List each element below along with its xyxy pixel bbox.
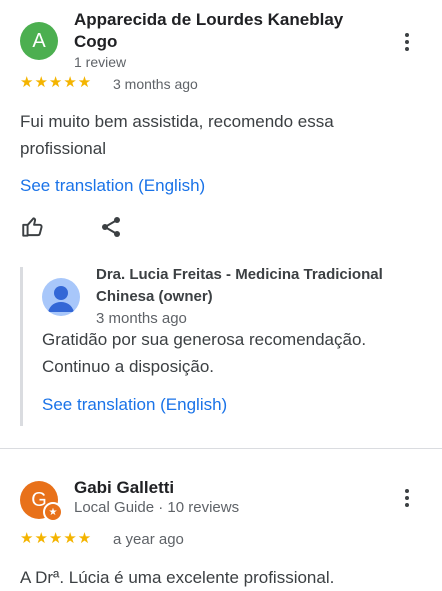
review-text: A Drª. Lúcia é uma excelente profissiona… <box>20 568 335 587</box>
reviewer-meta: Local Guide · 10 reviews <box>74 499 240 516</box>
reply-see-translation-link[interactable]: See translation (English) <box>42 394 227 416</box>
see-translation-link[interactable]: See translation (English) <box>20 175 205 197</box>
reviewer-name-line1: Apparecida de Lourdes Kaneblay <box>74 10 344 29</box>
review-time: a year ago <box>113 531 184 548</box>
review-text-line2: profissional <box>20 139 106 158</box>
reply-text-line1: Gratidão por sua generosa recomendação. <box>42 330 367 349</box>
review-text-line1: Fui muito bem assistida, recomendo essa <box>20 112 334 131</box>
owner-name-line2: Chinesa (owner) <box>96 288 213 305</box>
star-rating: ★★★★★ <box>20 530 93 547</box>
owner-name-line1: Dra. Lucia Freitas - Medicina Tradiciona… <box>96 266 383 283</box>
reviewer-avatar[interactable]: A <box>20 22 58 60</box>
review-time: 3 months ago <box>113 76 198 92</box>
more-options-icon[interactable] <box>395 30 419 54</box>
reviewer-name[interactable]: Gabi Galletti <box>74 477 174 499</box>
reviewer-review-count: 1 review <box>74 54 127 70</box>
reply-text-line2: Continuo a disposição. <box>42 357 215 376</box>
review-divider <box>0 448 442 449</box>
thumbs-up-icon[interactable] <box>20 214 46 240</box>
reviewer-name[interactable]: Apparecida de Lourdes Kaneblay Cogo <box>74 9 343 53</box>
owner-avatar <box>42 278 80 316</box>
avatar-letter: A <box>32 29 46 52</box>
star-rating: ★★★★★ <box>20 74 93 91</box>
more-options-icon[interactable] <box>395 486 419 510</box>
local-guide-badge-icon: ★ <box>43 502 63 522</box>
share-icon[interactable] <box>99 215 123 239</box>
owner-name[interactable]: Dra. Lucia Freitas - Medicina Tradiciona… <box>96 264 383 308</box>
review-text: Fui muito bem assistida, recomendo essa … <box>20 108 420 162</box>
reply-text: Gratidão por sua generosa recomendação. … <box>42 326 432 380</box>
reply-indent-bar <box>20 267 23 426</box>
reviewer-name-line2: Cogo <box>74 32 118 51</box>
